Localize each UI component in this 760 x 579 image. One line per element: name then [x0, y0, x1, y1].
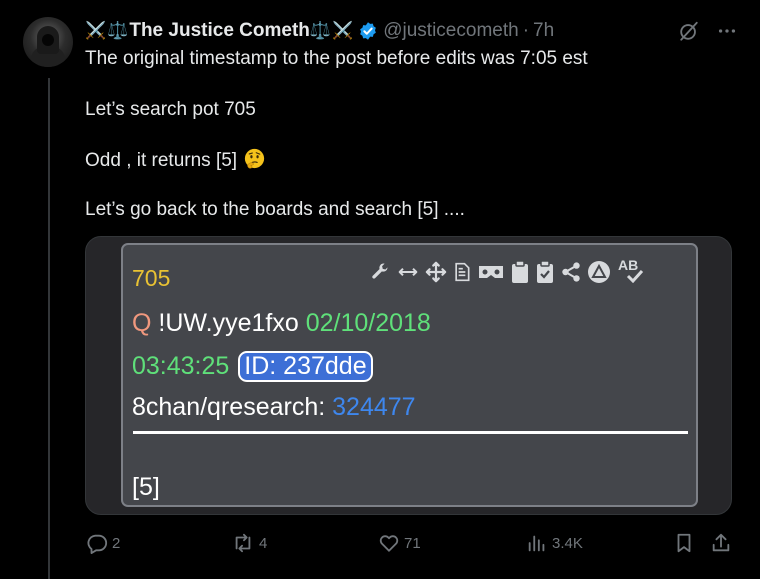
post-time[interactable]: 7h — [533, 20, 554, 42]
pot-number: 705 — [132, 265, 171, 291]
search-result: [5] — [132, 473, 160, 501]
post-text-line-content: Odd , it returns [5] — [85, 150, 238, 171]
verified-badge-icon[interactable] — [358, 21, 378, 41]
more-options-icon[interactable] — [716, 20, 738, 42]
document-icon — [455, 262, 470, 282]
view-count: 3.4K — [552, 534, 583, 552]
post-text-line: Odd , it returns [5] — [85, 148, 265, 173]
q-line: Q !UW.yye1fxo 02/10/2018 — [132, 309, 431, 338]
separator-dot: · — [522, 20, 530, 41]
scales-emoji: ⚖️ — [107, 21, 129, 41]
bookmark-icon — [677, 533, 691, 553]
divider — [133, 431, 688, 434]
user-handle[interactable]: @justicecometh — [383, 20, 518, 42]
crossed-swords-emoji: ⚔️ — [332, 21, 354, 41]
move-icon — [425, 261, 447, 283]
display-name[interactable]: The Justice Cometh — [129, 20, 310, 42]
triangle-circle-icon — [588, 261, 610, 283]
crossed-swords-emoji: ⚔️ — [85, 21, 107, 41]
clipboard-icon — [512, 260, 528, 283]
reply-count: 2 — [112, 534, 121, 552]
top-actions — [678, 20, 738, 42]
id-badge: ID: 237dde — [238, 351, 373, 382]
tripcode: !UW.yye1fxo — [158, 309, 299, 337]
reply-icon — [87, 534, 108, 554]
media-image[interactable]: 705 AB Q !UW.yye1fxo 02/10/2018 03:43:25… — [85, 236, 732, 515]
like-button[interactable]: 71 — [378, 533, 421, 553]
thread-line — [48, 78, 50, 579]
board-name: 8chan/qresearch: — [132, 393, 326, 421]
time-line: 03:43:25 ID: 237dde — [132, 351, 373, 382]
share-upload-icon — [712, 533, 730, 552]
wrench-icon — [372, 263, 388, 279]
scales-emoji: ⚖️ — [309, 21, 332, 41]
clipboard-check-icon — [537, 260, 553, 283]
thinking-face-emoji-icon — [245, 148, 265, 169]
board-post-number: 324477 — [332, 393, 416, 421]
avatar-figure-face — [42, 34, 54, 46]
views-button[interactable]: 3.4K — [526, 533, 583, 553]
q-prefix: Q — [132, 309, 152, 337]
reply-button[interactable]: 2 — [86, 533, 121, 554]
repost-button[interactable]: 4 — [231, 533, 267, 553]
vr-headset-icon — [479, 266, 503, 278]
post-text-line: The original timestamp to the post befor… — [85, 48, 588, 69]
post-header: ⚔️ ⚖️ The Justice Cometh ⚖️ ⚔️ @justicec… — [85, 18, 554, 44]
ab-check-icon: AB — [616, 257, 646, 285]
post-timestamp: 03:43:25 — [132, 352, 230, 380]
note-panel: 705 AB Q !UW.yye1fxo 02/10/2018 03:43:25… — [121, 243, 698, 507]
repost-icon — [235, 533, 251, 553]
grok-icon[interactable] — [678, 20, 700, 42]
repost-count: 4 — [259, 534, 268, 552]
share-icon — [562, 262, 580, 282]
check-mark-icon — [626, 269, 644, 283]
analytics-icon — [528, 535, 545, 552]
post-date: 02/10/2018 — [305, 309, 431, 337]
avatar[interactable] — [23, 17, 73, 67]
like-count: 71 — [404, 534, 421, 552]
post-text-line: Let’s search pot 705 — [85, 99, 256, 120]
board-line: 8chan/qresearch: 324477 — [132, 393, 416, 422]
post-text-line: Let’s go back to the boards and search [… — [85, 199, 465, 220]
bookmark-button[interactable] — [673, 533, 699, 553]
note-toolbar: AB — [369, 257, 646, 285]
heart-icon — [379, 535, 399, 552]
share-button[interactable] — [710, 533, 736, 553]
resize-horizontal-icon — [398, 267, 418, 277]
